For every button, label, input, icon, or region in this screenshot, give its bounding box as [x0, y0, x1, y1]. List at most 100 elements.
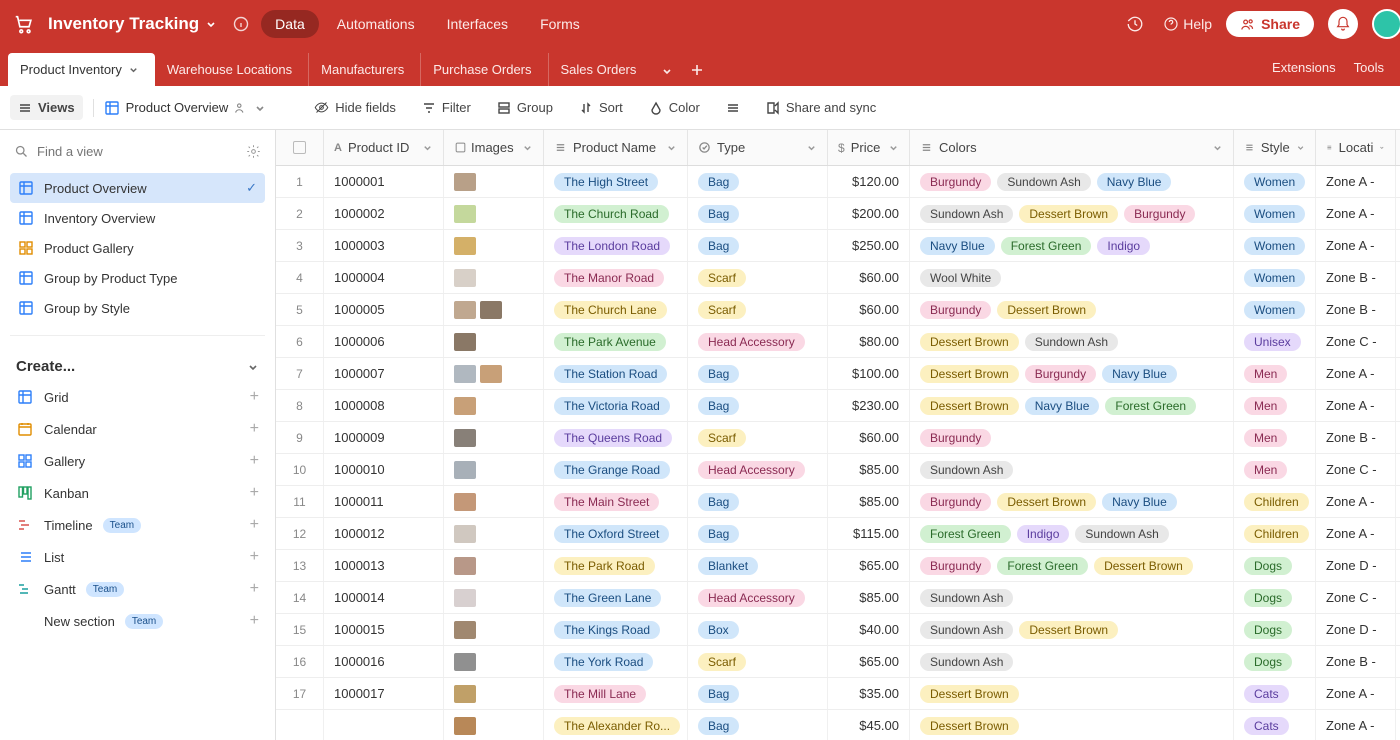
- cell-images[interactable]: [444, 614, 544, 645]
- cell-style[interactable]: Men: [1234, 358, 1316, 389]
- plus-icon[interactable]: +: [250, 388, 259, 406]
- cell-style[interactable]: Women: [1234, 230, 1316, 261]
- user-avatar[interactable]: [1372, 9, 1400, 39]
- cell-type[interactable]: Scarf: [688, 422, 828, 453]
- cell-colors[interactable]: BurgundyDessert Brown: [910, 294, 1234, 325]
- cell-colors[interactable]: Dessert Brown: [910, 710, 1234, 740]
- image-thumbnail[interactable]: [454, 557, 476, 575]
- cell-colors[interactable]: Sundown AshDessert Brown: [910, 614, 1234, 645]
- plus-icon[interactable]: +: [250, 580, 259, 598]
- sidebar-view-item[interactable]: Group by Style: [10, 293, 265, 323]
- cell-colors[interactable]: BurgundyDessert BrownNavy Blue: [910, 486, 1234, 517]
- color-button[interactable]: Color: [641, 95, 708, 120]
- cell-style[interactable]: Children: [1234, 486, 1316, 517]
- sort-button[interactable]: Sort: [571, 95, 631, 120]
- table-tab[interactable]: Sales Orders: [549, 53, 653, 86]
- image-thumbnail[interactable]: [454, 269, 476, 287]
- table-row[interactable]: 11000001The High StreetBag$120.00Burgund…: [276, 166, 1400, 198]
- views-toggle[interactable]: Views: [10, 95, 83, 120]
- cell-type[interactable]: Bag: [688, 390, 828, 421]
- cell-images[interactable]: [444, 454, 544, 485]
- table-row[interactable]: 81000008The Victoria RoadBag$230.00Desse…: [276, 390, 1400, 422]
- plus-icon[interactable]: +: [250, 420, 259, 438]
- cell-product-id[interactable]: 1000015: [324, 614, 444, 645]
- cell-product-name[interactable]: The Kings Road: [544, 614, 688, 645]
- select-all-checkbox[interactable]: [293, 141, 306, 154]
- cell-location[interactable]: Zone B -: [1316, 422, 1396, 453]
- cell-price[interactable]: $80.00: [828, 326, 910, 357]
- base-title[interactable]: Inventory Tracking: [48, 14, 217, 34]
- cell-type[interactable]: Box: [688, 614, 828, 645]
- cell-product-id[interactable]: 1000010: [324, 454, 444, 485]
- cell-product-name[interactable]: The Manor Road: [544, 262, 688, 293]
- image-thumbnail[interactable]: [480, 365, 502, 383]
- cell-images[interactable]: [444, 486, 544, 517]
- create-calendar[interactable]: Calendar+: [10, 413, 265, 445]
- cell-product-name[interactable]: The London Road: [544, 230, 688, 261]
- create-kanban[interactable]: Kanban+: [10, 477, 265, 509]
- cell-price[interactable]: $60.00: [828, 262, 910, 293]
- cell-product-id[interactable]: 1000011: [324, 486, 444, 517]
- image-thumbnail[interactable]: [454, 653, 476, 671]
- table-row[interactable]: 141000014The Green LaneHead Accessory$85…: [276, 582, 1400, 614]
- cell-images[interactable]: [444, 582, 544, 613]
- cell-images[interactable]: [444, 678, 544, 709]
- table-tab[interactable]: Purchase Orders: [421, 53, 548, 86]
- extensions-button[interactable]: Extensions: [1272, 60, 1336, 75]
- cell-images[interactable]: [444, 230, 544, 261]
- app-logo-icon[interactable]: [12, 12, 36, 36]
- cell-price[interactable]: $60.00: [828, 422, 910, 453]
- cell-style[interactable]: Men: [1234, 454, 1316, 485]
- image-thumbnail[interactable]: [454, 173, 476, 191]
- table-row[interactable]: 21000002The Church RoadBag$200.00Sundown…: [276, 198, 1400, 230]
- plus-icon[interactable]: +: [250, 612, 259, 630]
- cell-price[interactable]: $85.00: [828, 582, 910, 613]
- cell-price[interactable]: $250.00: [828, 230, 910, 261]
- cell-product-id[interactable]: 1000012: [324, 518, 444, 549]
- create-gantt[interactable]: GanttTeam+: [10, 573, 265, 605]
- column-header[interactable]: Locati: [1316, 130, 1396, 165]
- nav-data[interactable]: Data: [261, 10, 319, 38]
- cell-location[interactable]: Zone C -: [1316, 582, 1396, 613]
- cell-colors[interactable]: Sundown Ash: [910, 454, 1234, 485]
- table-row[interactable]: The Alexander Ro...Bag$45.00Dessert Brow…: [276, 710, 1400, 740]
- info-icon[interactable]: [233, 16, 249, 32]
- image-thumbnail[interactable]: [454, 301, 476, 319]
- cell-product-id[interactable]: [324, 710, 444, 740]
- cell-product-name[interactable]: The Mill Lane: [544, 678, 688, 709]
- cell-location[interactable]: Zone B -: [1316, 646, 1396, 677]
- chevron-down-icon[interactable]: [806, 142, 817, 153]
- cell-price[interactable]: $200.00: [828, 198, 910, 229]
- cell-product-name[interactable]: The Alexander Ro...: [544, 710, 688, 740]
- cell-product-id[interactable]: 1000014: [324, 582, 444, 613]
- cell-location[interactable]: Zone A -: [1316, 198, 1396, 229]
- create-list[interactable]: List+: [10, 541, 265, 573]
- table-row[interactable]: 41000004The Manor RoadScarf$60.00Wool Wh…: [276, 262, 1400, 294]
- chevron-down-icon[interactable]: [522, 142, 533, 153]
- cell-location[interactable]: Zone A -: [1316, 230, 1396, 261]
- create-section-header[interactable]: Create...: [10, 348, 265, 381]
- cell-location[interactable]: Zone A -: [1316, 390, 1396, 421]
- cell-images[interactable]: [444, 518, 544, 549]
- cell-images[interactable]: [444, 390, 544, 421]
- cell-type[interactable]: Scarf: [688, 646, 828, 677]
- cell-product-id[interactable]: 1000008: [324, 390, 444, 421]
- image-thumbnail[interactable]: [454, 589, 476, 607]
- cell-colors[interactable]: Wool White: [910, 262, 1234, 293]
- cell-style[interactable]: Women: [1234, 166, 1316, 197]
- current-view-name[interactable]: Product Overview: [104, 100, 267, 116]
- table-row[interactable]: 161000016The York RoadScarf$65.00Sundown…: [276, 646, 1400, 678]
- image-thumbnail[interactable]: [454, 717, 476, 735]
- cell-location[interactable]: Zone D -: [1316, 550, 1396, 581]
- cell-product-name[interactable]: The Oxford Street: [544, 518, 688, 549]
- image-thumbnail[interactable]: [454, 429, 476, 447]
- table-row[interactable]: 51000005The Church LaneScarf$60.00Burgun…: [276, 294, 1400, 326]
- table-tab[interactable]: Product Inventory: [8, 53, 155, 86]
- cell-style[interactable]: Women: [1234, 198, 1316, 229]
- add-table-button[interactable]: [682, 54, 712, 86]
- view-search-input[interactable]: [37, 144, 238, 159]
- image-thumbnail[interactable]: [454, 237, 476, 255]
- table-row[interactable]: 121000012The Oxford StreetBag$115.00Fore…: [276, 518, 1400, 550]
- cell-price[interactable]: $115.00: [828, 518, 910, 549]
- cell-product-id[interactable]: 1000007: [324, 358, 444, 389]
